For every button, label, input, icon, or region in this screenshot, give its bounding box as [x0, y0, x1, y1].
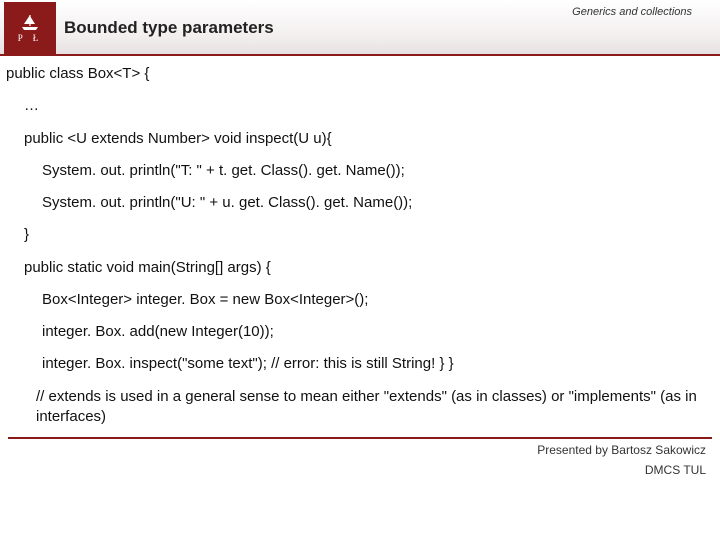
code-line: public class Box<T> { — [6, 64, 714, 84]
code-line: … — [6, 96, 714, 116]
slide-topic: Generics and collections — [572, 6, 692, 18]
code-line: } — [6, 225, 714, 245]
code-line: integer. Box. add(new Integer(10)); — [6, 322, 714, 342]
code-line: Box<Integer> integer. Box = new Box<Inte… — [6, 290, 714, 310]
logo-letters: P Ł — [18, 33, 42, 43]
code-line: integer. Box. inspect("some text"); // e… — [6, 354, 714, 374]
slide-content: public class Box<T> { … public <U extend… — [0, 56, 720, 427]
code-line: public static void main(String[] args) { — [6, 258, 714, 278]
university-logo: P Ł — [4, 2, 56, 54]
presenter-text: Presented by Bartosz Sakowicz — [0, 439, 720, 457]
boat-icon — [20, 13, 40, 31]
code-line: System. out. println("U: " + u. get. Cla… — [6, 193, 714, 213]
code-comment: // extends is used in a general sense to… — [6, 387, 714, 428]
organization-text: DMCS TUL — [0, 457, 720, 477]
slide-title: Bounded type parameters — [64, 18, 274, 38]
code-line: public <U extends Number> void inspect(U… — [6, 129, 714, 149]
code-line: System. out. println("T: " + t. get. Cla… — [6, 161, 714, 181]
slide-header: P Ł Bounded type parameters Generics and… — [0, 0, 720, 56]
